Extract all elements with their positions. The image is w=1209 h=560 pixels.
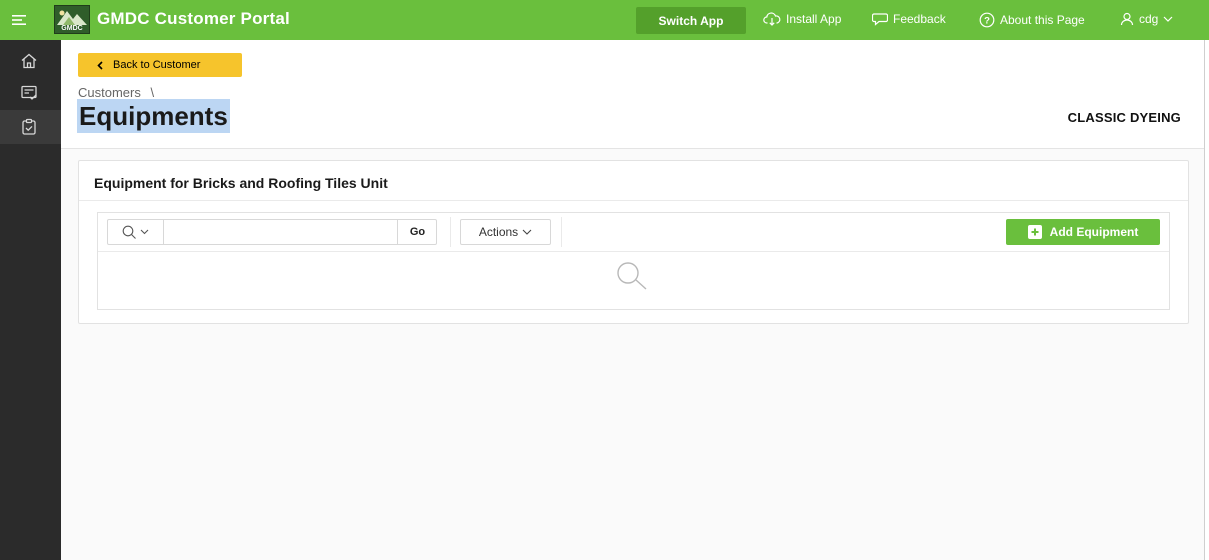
equipment-region: Equipment for Bricks and Roofing Tiles U…	[78, 160, 1189, 324]
switch-app-label: Switch App	[658, 13, 724, 28]
chevron-down-icon	[1163, 16, 1173, 22]
chevron-down-icon	[140, 229, 149, 235]
search-bar: Go	[107, 219, 437, 245]
back-to-customer-button[interactable]: Back to Customer	[78, 53, 242, 77]
gmdc-logo[interactable]: GMDC	[54, 5, 90, 34]
actions-label: Actions	[478, 225, 519, 239]
sidebar	[0, 40, 61, 560]
plus-square-icon	[1027, 225, 1042, 239]
logo-text: GMDC	[61, 25, 83, 32]
region-title: Equipment for Bricks and Roofing Tiles U…	[94, 175, 388, 191]
hamburger-menu-icon	[12, 15, 26, 25]
search-column-selector[interactable]	[108, 220, 164, 244]
help-circle-icon: ?	[979, 12, 995, 28]
add-equipment-button[interactable]: Add Equipment	[1006, 219, 1160, 245]
sidebar-item-clipboard[interactable]	[0, 110, 61, 144]
toolbar-divider	[98, 251, 1169, 252]
sidebar-item-tasks[interactable]	[0, 76, 61, 110]
cloud-download-icon	[763, 12, 781, 26]
about-page-link[interactable]: ? About this Page	[979, 12, 1085, 28]
checklist-icon	[21, 85, 37, 100]
feedback-link[interactable]: Feedback	[872, 12, 946, 26]
top-navigation-bar: GMDC GMDC Customer Portal Switch App Ins…	[0, 0, 1209, 40]
breadcrumb-separator: \	[150, 85, 155, 100]
mountain-logo-icon	[57, 10, 87, 25]
actions-menu-button[interactable]: Actions	[460, 219, 551, 245]
menu-toggle-button[interactable]	[6, 8, 34, 32]
svg-text:?: ?	[984, 16, 990, 27]
chevron-down-icon	[522, 229, 532, 235]
equipment-report: Go Actions Add Equipment	[97, 212, 1170, 310]
app-title[interactable]: GMDC Customer Portal	[97, 9, 290, 29]
customer-name: CLASSIC DYEING	[1067, 110, 1181, 125]
install-app-label: Install App	[786, 12, 842, 26]
user-name: cdg	[1139, 12, 1159, 26]
add-equipment-label: Add Equipment	[1049, 225, 1139, 239]
user-menu[interactable]: cdg	[1120, 12, 1173, 26]
search-icon	[122, 225, 136, 239]
region-divider	[79, 200, 1188, 201]
switch-app-button[interactable]: Switch App	[636, 7, 746, 34]
back-to-customer-label: Back to Customer	[113, 59, 201, 71]
speech-bubble-icon	[872, 13, 888, 26]
page-title: Equipments	[77, 99, 230, 133]
toolbar-separator	[561, 217, 562, 247]
sidebar-item-home[interactable]	[0, 44, 61, 78]
install-app-link[interactable]: Install App	[763, 12, 841, 26]
main-content: Back to Customer Customers \ Equipments …	[61, 40, 1209, 560]
chevron-left-icon	[97, 60, 103, 70]
home-icon	[21, 53, 37, 69]
no-data-search-icon	[617, 262, 647, 290]
window-edge	[1204, 40, 1209, 560]
user-icon	[1120, 12, 1134, 26]
search-input[interactable]	[165, 220, 397, 244]
about-page-label: About this Page	[1000, 13, 1085, 27]
breadcrumb-customers-link[interactable]: Customers	[78, 85, 141, 100]
page-header-region: Back to Customer Customers \ Equipments …	[61, 40, 1209, 149]
toolbar-separator	[450, 217, 451, 247]
breadcrumb: Customers \	[78, 85, 154, 100]
feedback-label: Feedback	[893, 12, 946, 26]
go-button[interactable]: Go	[397, 220, 437, 244]
clipboard-check-icon	[22, 118, 36, 135]
